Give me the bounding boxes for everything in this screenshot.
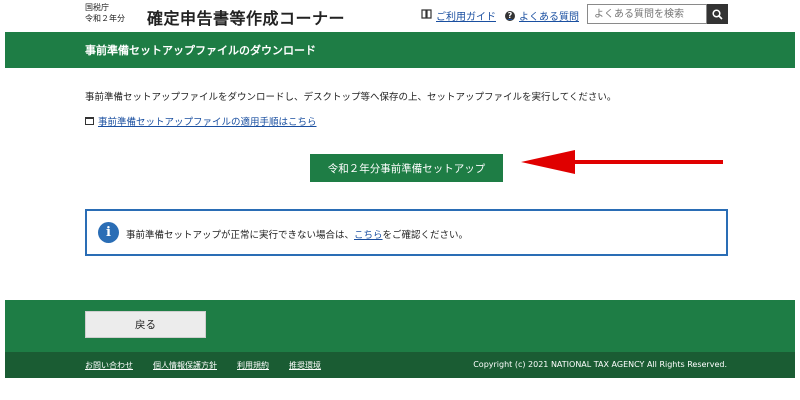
procedure-link-label[interactable]: 事前準備セットアップファイルの適用手順はこちら xyxy=(98,114,317,128)
window-icon xyxy=(85,117,94,125)
info-text: 事前準備セットアップが正常に実行できない場合は、こちらをご確認ください。 xyxy=(126,227,468,241)
tax-year: 令和２年分 xyxy=(85,14,125,23)
faq-link-label[interactable]: よくある質問 xyxy=(519,8,579,23)
search-button[interactable] xyxy=(707,4,728,24)
info-icon: i xyxy=(98,222,119,243)
guide-link[interactable]: ご利用ガイド xyxy=(421,8,496,23)
back-button[interactable]: 戻る xyxy=(85,311,206,338)
procedure-link[interactable]: 事前準備セットアップファイルの適用手順はこちら xyxy=(85,114,317,128)
instruction-text: 事前準備セットアップファイルをダウンロードし、デスクトップ等へ保存の上、セットア… xyxy=(85,92,617,103)
info-help-link[interactable]: こちら xyxy=(354,230,383,241)
copyright: Copyright (c) 2021 NATIONAL TAX AGENCY A… xyxy=(473,360,727,369)
page-title: 事前準備セットアップファイルのダウンロード xyxy=(85,44,316,57)
info-notice: i 事前準備セットアップが正常に実行できない場合は、こちらをご確認ください。 xyxy=(85,209,728,256)
page-banner: 事前準備セットアップファイルのダウンロード xyxy=(5,32,795,68)
footer-link-contact[interactable]: お問い合わせ xyxy=(85,360,133,371)
search-icon xyxy=(712,5,723,24)
site-footer: お問い合わせ 個人情報保護方針 利用規約 推奨環境 Copyright (c) … xyxy=(5,352,795,378)
site-header: 国税庁 令和２年分 確定申告書等作成コーナー ご利用ガイド ? よくある質問 xyxy=(5,0,795,32)
question-circle-icon: ? xyxy=(505,10,515,21)
footer-actions: 戻る xyxy=(5,300,795,352)
info-text-suffix: をご確認ください。 xyxy=(382,230,469,241)
faq-link[interactable]: ? よくある質問 xyxy=(505,8,579,23)
footer-link-environment[interactable]: 推奨環境 xyxy=(289,360,321,371)
setup-download-button[interactable]: 令和２年分事前準備セットアップ xyxy=(310,154,503,182)
agency-block: 国税庁 令和２年分 xyxy=(85,2,125,24)
footer-link-privacy[interactable]: 個人情報保護方針 xyxy=(153,360,217,371)
info-text-prefix: 事前準備セットアップが正常に実行できない場合は、 xyxy=(126,230,355,241)
site-title[interactable]: 確定申告書等作成コーナー xyxy=(147,5,345,29)
page: 国税庁 令和２年分 確定申告書等作成コーナー ご利用ガイド ? よくある質問 事… xyxy=(5,0,795,380)
red-arrow-icon xyxy=(521,150,723,174)
footer-link-terms[interactable]: 利用規約 xyxy=(237,360,269,371)
guide-link-label[interactable]: ご利用ガイド xyxy=(436,8,496,23)
agency-name: 国税庁 xyxy=(85,3,109,12)
book-icon xyxy=(421,9,432,22)
faq-search-input[interactable] xyxy=(587,4,707,24)
